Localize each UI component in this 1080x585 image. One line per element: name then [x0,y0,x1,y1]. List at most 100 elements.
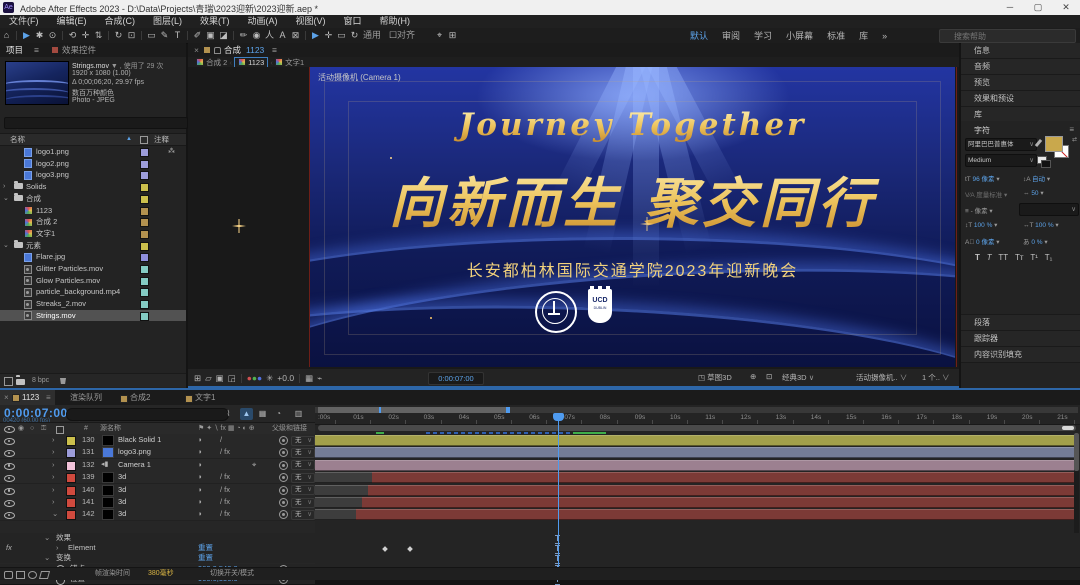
layer-duration-bar[interactable] [372,472,1074,483]
parent-pick-whip-icon[interactable] [279,510,288,519]
vertical-scrollbar[interactable] [1074,433,1079,533]
shy-layers-toggle-icon[interactable]: ▲ [240,408,253,420]
switches[interactable]: / [220,434,222,446]
eye-icon[interactable] [4,500,15,507]
tab-comp2[interactable]: 合成2 [130,391,150,405]
parent-link-column[interactable]: 父级和链接 [272,423,307,434]
keyframe-icon[interactable] [407,546,413,552]
layer-duration-bar[interactable] [315,435,1074,446]
parent-pick-whip-icon[interactable] [279,473,288,482]
expander-icon[interactable]: ⌄ [3,240,9,251]
composition-mini-flowchart-icon[interactable]: ⌇ [222,408,235,420]
quality-icon[interactable]: ◗ [198,459,203,471]
quality-icon[interactable]: ◗ [198,484,203,496]
expander-icon[interactable]: › [52,484,55,496]
frame-blending-icon[interactable]: ▦ [256,408,269,420]
layer-label-swatch[interactable] [66,461,76,471]
tab-effect-controls[interactable]: 效果控件 [62,43,96,57]
menu-window[interactable]: 窗口 [335,15,371,28]
label-swatch[interactable] [140,277,149,286]
brush-tool-icon[interactable]: ✐ [191,28,204,42]
label-swatch[interactable] [140,253,149,262]
transparency-grid-icon[interactable]: ▱ [205,373,212,384]
leading-control[interactable]: ↕A 自动 ▾ [1023,173,1050,183]
parent-dropdown[interactable]: 无∨ [291,448,315,458]
section-content-aware-fill[interactable]: 内容识别填充 [961,347,1080,363]
show-snapshot-icon[interactable]: ⌁ [317,373,322,384]
switches[interactable]: / fx [220,508,230,520]
project-item-logo3.png[interactable]: logo3.png [0,169,186,180]
number-column[interactable]: # [84,423,88,434]
clone-stamp-icon[interactable]: ▣ [204,28,217,42]
workspace-review[interactable]: 审阅 [722,29,740,43]
puppet-pin-icon[interactable]: ◉ [250,28,263,42]
switches[interactable]: / fx [220,484,230,496]
tab-render-queue[interactable]: 渲染队列 [70,391,102,405]
section-info[interactable]: 信息 [961,43,1080,59]
label-swatch[interactable] [140,171,149,180]
layer-name[interactable]: 3d [118,484,126,496]
keyframe-icon[interactable] [382,546,388,552]
audio-column-icon[interactable]: ◉ [18,423,24,434]
menu-file[interactable]: 文件(F) [0,15,48,28]
fill-color-swatch[interactable] [1045,136,1063,152]
layer-row-3d[interactable]: ⌄1423d◗/ fx无∨ [0,508,315,521]
source-name-column[interactable]: 源名称 [100,423,121,434]
extended-view-icon2[interactable]: ⊡ [766,372,772,381]
eye-icon[interactable] [4,463,15,470]
gizmo-mode-dropdown[interactable]: 通用 [363,28,381,42]
default-stroke-icon[interactable] [1041,160,1051,168]
timeline-search-input[interactable] [66,408,229,421]
layer-duration-bar[interactable] [362,497,1074,508]
project-item-Solids[interactable]: ›Solids [0,181,186,192]
reset-link[interactable]: 重置 [198,553,213,563]
layer-label-swatch[interactable] [66,498,76,508]
home-icon[interactable]: ⌂ [0,28,13,42]
menu-animation[interactable]: 动画(A) [239,15,287,28]
help-search-input[interactable] [939,29,1076,43]
small-caps-button[interactable]: Tᴛ [1015,253,1024,262]
layer-row-logo3.png[interactable]: ›131logo3.png◗/ fx无∨ [0,446,315,459]
view-axis-icon[interactable]: ⊠ [289,28,302,42]
region-of-interest-icon[interactable]: ◲ [228,373,236,384]
project-item-Streaks_2.mov[interactable]: Streaks_2.mov [0,298,186,309]
dolly-camera-icon[interactable]: ⇅ [92,28,105,42]
gizmo-rotation-icon[interactable]: ↻ [348,28,361,42]
label-swatch[interactable] [140,218,149,227]
layer-duration-bar[interactable] [315,460,1074,471]
label-swatch[interactable] [140,230,149,239]
expander-icon[interactable]: ⌄ [52,508,58,520]
parent-dropdown[interactable]: 无∨ [291,460,315,470]
label-swatch[interactable] [140,300,149,309]
viewer-pasteboard[interactable]: 活动摄像机 (Camera 1) Journey Together 向新而生 聚… [188,67,959,367]
type-tool-icon[interactable]: T [171,28,184,42]
ground-plane-icon[interactable]: ⌖ [433,28,446,42]
viewer-tab-close-icon[interactable]: × [194,43,199,57]
parent-pick-whip-icon[interactable] [279,498,288,507]
project-item-logo1.png[interactable]: logo1.png⁂ [0,146,186,157]
swap-colors-icon[interactable]: ⇄ [1072,136,1077,143]
character-title[interactable]: 字符 [974,125,990,136]
extended-viewer-icon[interactable]: ⊞ [446,28,459,42]
viewer-panel-menu-icon[interactable]: ≡ [272,43,277,57]
layer-label-swatch[interactable] [66,473,76,483]
layer-name[interactable]: 3d [118,471,126,483]
stroke-width-control[interactable]: ≡ - 像素 ▾ [965,205,993,215]
layer-duration-bar[interactable] [315,447,1074,458]
label-swatch[interactable] [140,288,149,297]
project-item-合成[interactable]: ⌄合成 [0,193,186,204]
parent-dropdown[interactable]: 无∨ [291,436,315,446]
parent-dropdown[interactable]: 无∨ [291,473,315,483]
label-swatch[interactable] [140,207,149,216]
layer-row-3d[interactable]: ›1403d◗/ fx无∨ [0,484,315,497]
workspace-small-screen[interactable]: 小屏幕 [786,29,813,43]
layer-name[interactable]: 3d [118,508,126,520]
snap-checkbox[interactable]: ☐ [389,28,397,42]
superscript-button[interactable]: T¹ [1030,253,1038,262]
parent-pick-whip-icon[interactable] [279,436,288,445]
label-column-icon[interactable] [140,136,148,144]
roto-brush-icon[interactable]: ✏ [237,28,250,42]
layer-row-Black Solid 1[interactable]: ›130Black Solid 1◗/无∨ [0,434,315,447]
label-swatch[interactable] [140,312,149,321]
project-item-logo2.png[interactable]: logo2.png [0,158,186,169]
